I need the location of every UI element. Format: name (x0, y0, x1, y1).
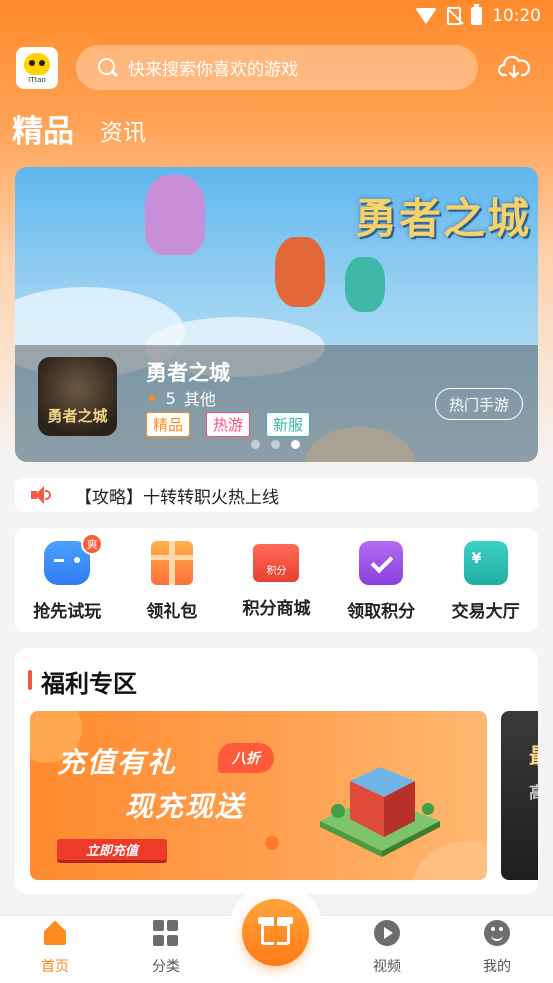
nav-label: 分类 (152, 959, 180, 975)
center-gift-button[interactable] (242, 899, 309, 966)
carousel-dot[interactable] (251, 440, 260, 449)
tab-news[interactable]: 资讯 (100, 113, 146, 147)
carousel-dot-active[interactable] (291, 440, 300, 449)
banner-character (145, 175, 205, 255)
gift-cube-illustration (320, 767, 440, 857)
status-time: 10:20 (492, 6, 541, 26)
announcement-bar[interactable]: 【攻略】十转转职火热上线 (15, 478, 538, 512)
search-input[interactable]: 快来搜索你喜欢的游戏 (76, 45, 478, 90)
section-accent-bar (28, 670, 32, 690)
game-title: 勇者之城 (146, 361, 230, 385)
nav-label: 首页 (41, 959, 69, 975)
promo-card-next-text: 最 (529, 739, 538, 771)
cloud-download-icon[interactable] (498, 55, 530, 81)
game-icon-text: 勇者之城 (47, 407, 108, 425)
featured-banner[interactable]: 勇者之城 勇者之城 勇者之城 ★ 5 其他 精品 热游 新服 热门手游 (15, 167, 538, 462)
quick-menu: 爽 抢先试玩 领礼包 积分 积分商城 领取积分 ¥ 交易大厅 (15, 528, 538, 632)
promo-subheadline: 现充现送 (125, 790, 246, 823)
nav-mine[interactable]: 我的 (462, 920, 532, 976)
game-rating: ★ 5 其他 (146, 386, 216, 410)
menu-item-trading-hall[interactable]: ¥ 交易大厅 (438, 541, 534, 632)
banner-game-logo: 勇者之城 (355, 194, 532, 243)
search-icon (98, 57, 118, 78)
calendar-check-icon (359, 541, 404, 585)
nav-label: 我的 (483, 959, 511, 975)
menu-item-gift-pack[interactable]: 领礼包 (124, 541, 220, 632)
recharge-now-button[interactable]: 立即充值 (57, 839, 167, 863)
promo-headline: 充值有礼 (57, 746, 178, 779)
section-title: 福利专区 (41, 670, 137, 698)
nav-category[interactable]: 分类 (131, 920, 201, 976)
search-placeholder: 快来搜索你喜欢的游戏 (128, 60, 298, 80)
wifi-icon (415, 8, 437, 24)
gift-icon-ribbon (274, 917, 277, 945)
logo-text: ITtao (28, 75, 46, 84)
hot-badge: 爽 (81, 533, 104, 555)
logo-mascot-icon (24, 52, 50, 75)
game-tags: 精品 热游 新服 (146, 412, 311, 437)
wallet-icon-text: ¥ (471, 551, 482, 567)
points-shop-icon: 积分 (253, 544, 300, 582)
wallet-icon: ¥ (463, 541, 508, 585)
tab-featured[interactable]: 精品 (12, 106, 74, 151)
nav-home[interactable]: 首页 (20, 920, 90, 976)
tag-featured: 精品 (146, 412, 191, 437)
menu-label: 交易大厅 (451, 602, 520, 622)
nav-video[interactable]: 视频 (352, 920, 422, 976)
nav-label: 视频 (373, 959, 401, 975)
discount-badge: 八折 (218, 743, 274, 773)
gift-icon (150, 541, 193, 585)
no-sim-icon (447, 7, 461, 25)
recharge-promo-card[interactable]: 充值有礼 八折 现充现送 立即充值 (30, 711, 487, 880)
promo-card-next[interactable]: 最 高 (501, 711, 538, 880)
speaker-icon (31, 486, 53, 504)
banner-character (275, 237, 325, 307)
star-icon: ★ (146, 390, 158, 406)
tag-hot: 热游 (206, 412, 251, 437)
home-icon (42, 920, 68, 946)
menu-label: 领取积分 (347, 602, 416, 622)
menu-label: 积分商城 (242, 599, 311, 619)
game-icon[interactable]: 勇者之城 (38, 357, 117, 436)
menu-item-claim-points[interactable]: 领取积分 (333, 541, 429, 632)
banner-character (345, 257, 385, 312)
tag-new-server: 新服 (266, 412, 311, 437)
menu-label: 抢先试玩 (33, 602, 102, 622)
decoration-dot (265, 836, 279, 850)
play-icon (374, 920, 400, 946)
announcement-text: 【攻略】十转转职火热上线 (75, 487, 279, 508)
battery-icon (471, 4, 482, 25)
menu-label: 领礼包 (146, 602, 198, 622)
carousel-dot[interactable] (271, 440, 280, 449)
welfare-section: 福利专区 充值有礼 八折 现充现送 立即充值 最 高 (15, 648, 538, 894)
points-shop-icon-text: 积分 (266, 566, 287, 577)
menu-item-points-shop[interactable]: 积分 积分商城 (228, 541, 324, 632)
promo-card-next-text: 高 (529, 783, 538, 802)
carousel-dots (251, 440, 300, 449)
face-icon (484, 920, 510, 946)
rating-value: 5 (165, 388, 176, 408)
game-category: 其他 (183, 390, 216, 409)
grid-icon (153, 920, 179, 946)
menu-item-early-access[interactable]: 爽 抢先试玩 (19, 533, 115, 632)
app-logo[interactable]: ITtao (16, 47, 58, 89)
status-bar: 10:20 (0, 0, 553, 32)
hot-games-button[interactable]: 热门手游 (435, 388, 523, 420)
